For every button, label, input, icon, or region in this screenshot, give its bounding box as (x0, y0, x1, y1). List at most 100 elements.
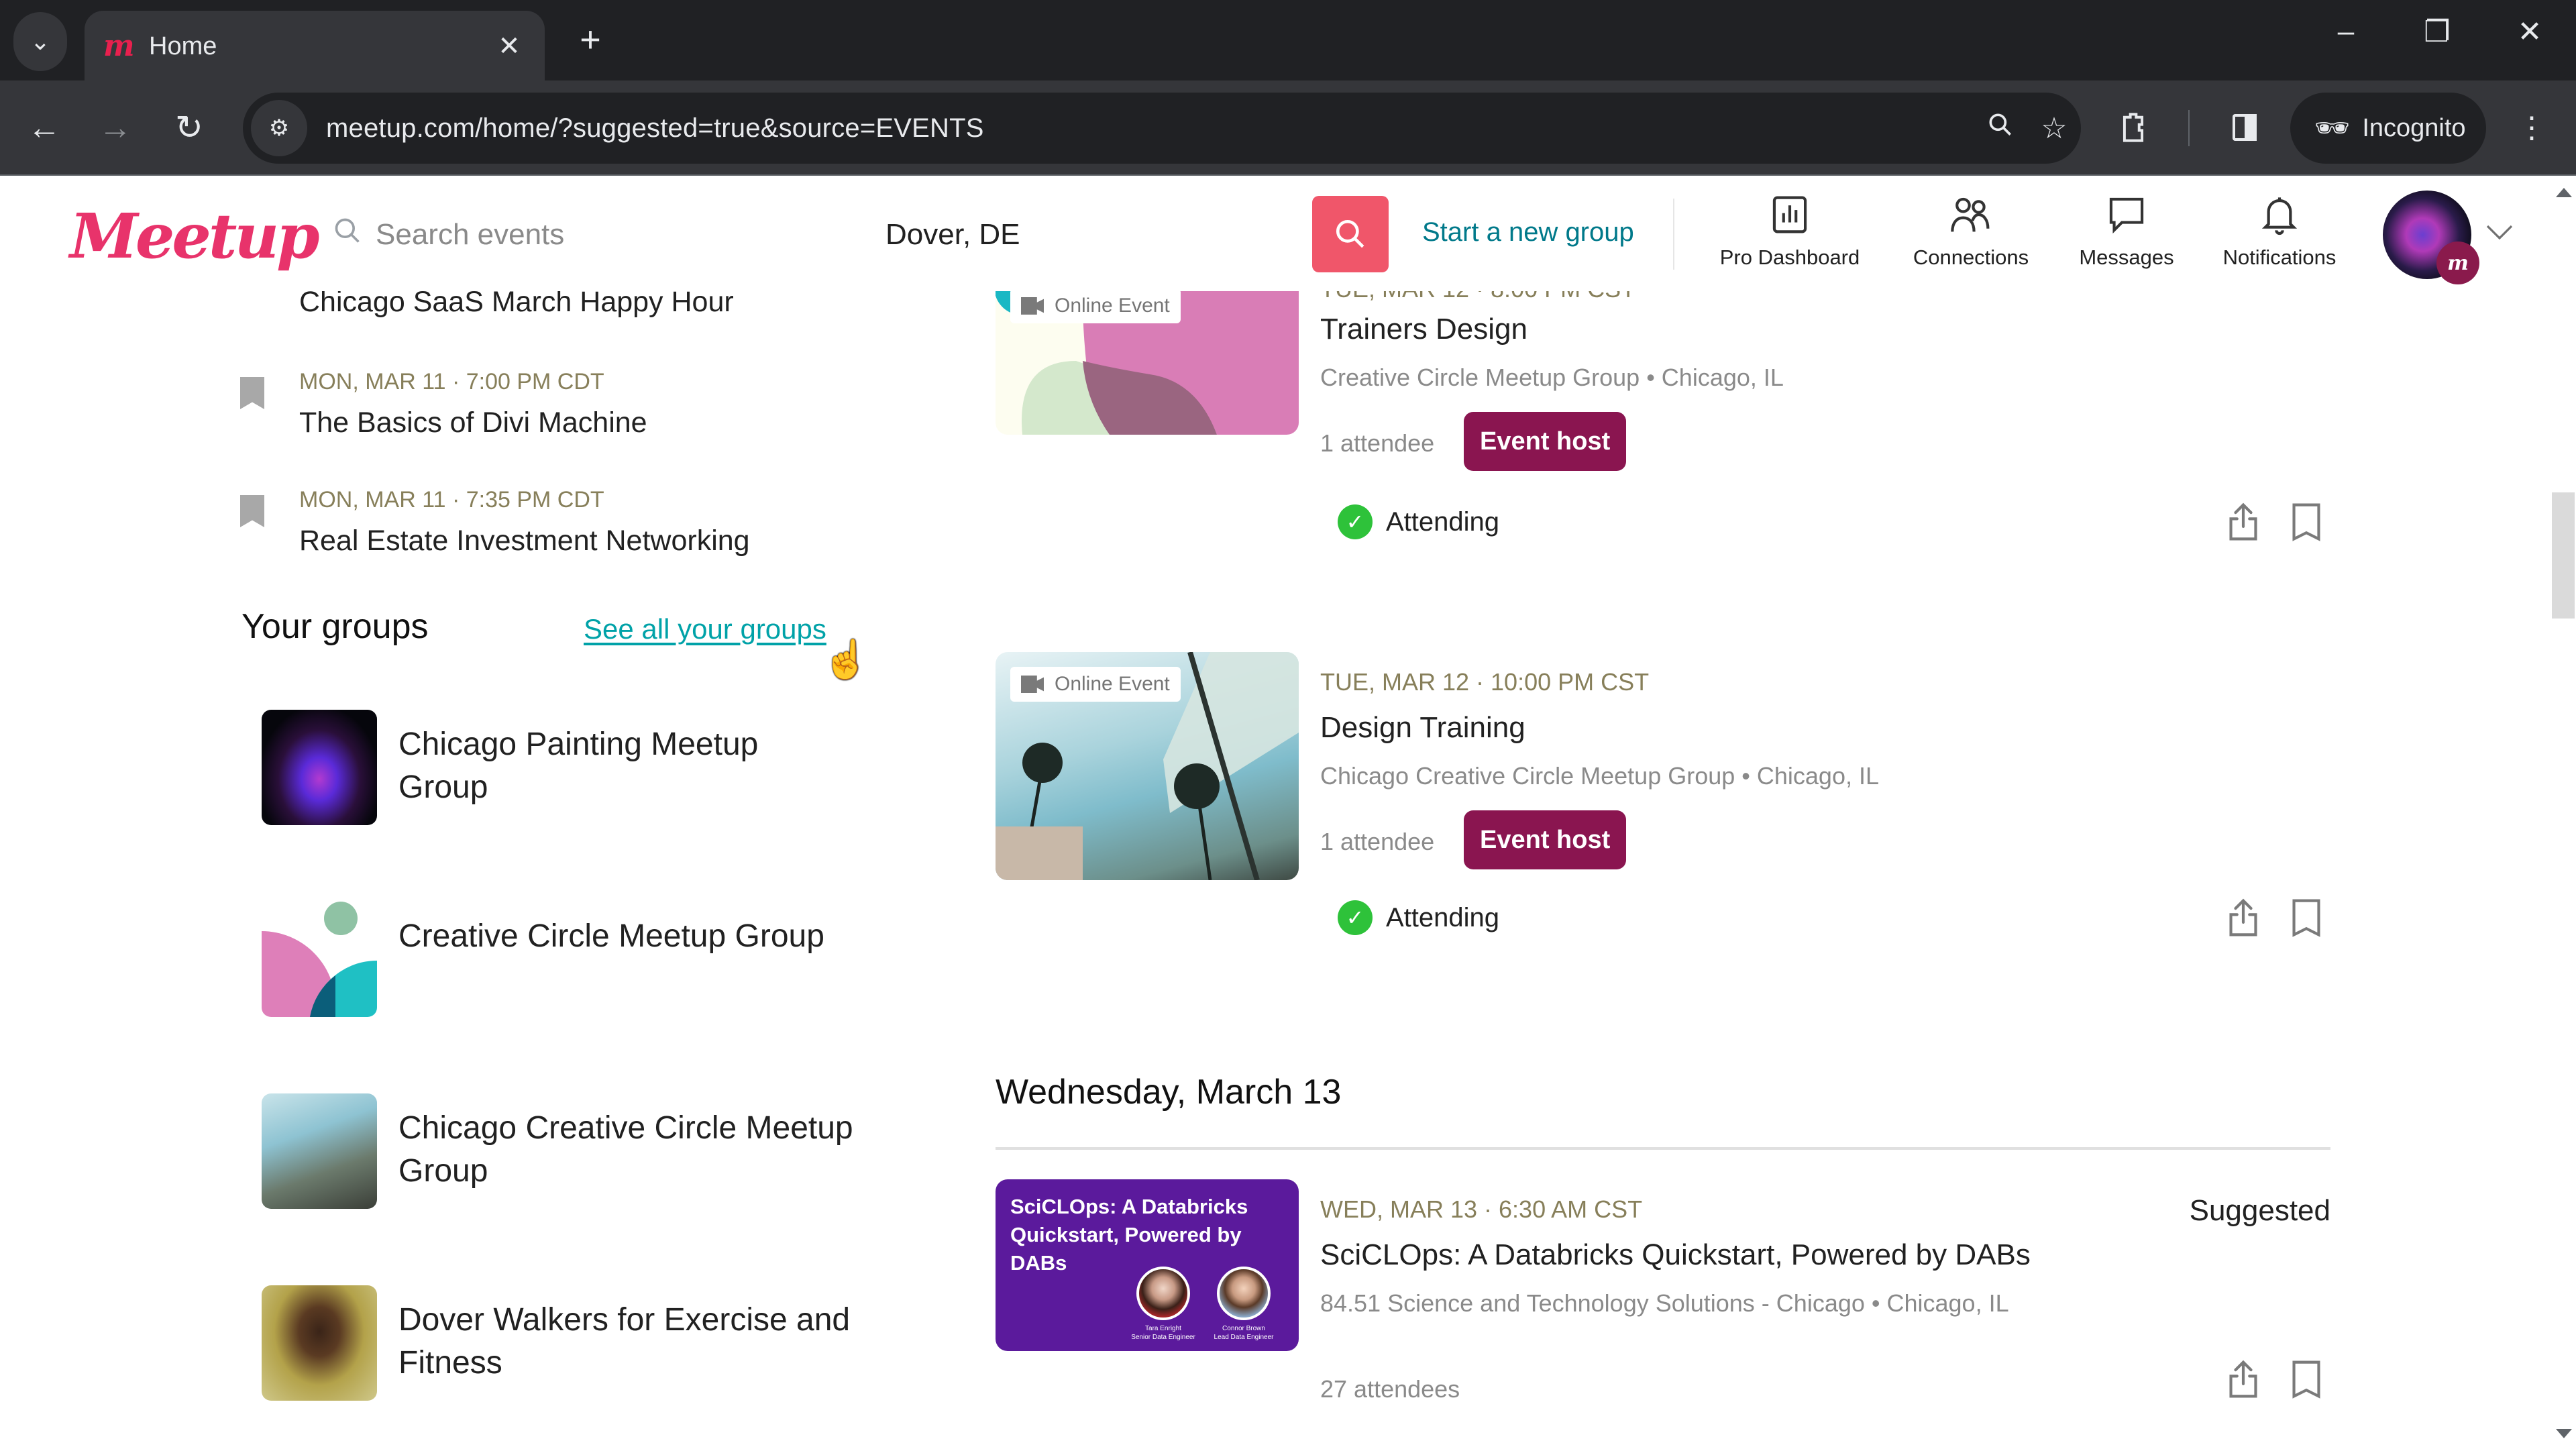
event-search[interactable] (333, 207, 856, 263)
event-title[interactable]: Trainers Design (1320, 313, 1527, 346)
bell-icon (2258, 193, 2301, 236)
extensions-icon[interactable] (2106, 101, 2160, 154)
event-group: 84.51 Science and Technology Solutions -… (1320, 1289, 2009, 1317)
header-divider (1673, 199, 1674, 270)
bookmark-filled-icon[interactable] (240, 495, 264, 527)
share-icon[interactable] (2224, 898, 2262, 938)
meetup-header: Meetup Start a new group Pro Dashboard C… (0, 177, 2549, 291)
check-circle-icon: ✓ (1338, 504, 1373, 539)
event-attendees: 27 attendees (1320, 1375, 1460, 1403)
arrow-left-icon: ← (28, 109, 61, 146)
group-name[interactable]: Creative Circle Meetup Group (398, 915, 855, 958)
meetup-plus-badge-icon: m (2436, 241, 2479, 284)
event-group: Creative Circle Meetup Group • Chicago, … (1320, 364, 1784, 391)
event-attendees: 1 attendee (1320, 429, 1435, 457)
search-button[interactable] (1312, 196, 1389, 272)
event-host-badge: Event host (1464, 412, 1627, 471)
online-event-badge: Online Event (1010, 288, 1181, 323)
event-thumbnail: Online Event (996, 652, 1299, 880)
scroll-thumb[interactable] (2552, 492, 2575, 619)
browser-tab-bar: ⌄ m Home ✕ + – ❐ ✕ (0, 0, 2576, 82)
event-title[interactable]: SciCLOps: A Databricks Quickstart, Power… (1320, 1238, 2031, 1272)
browser-tab-home[interactable]: m Home ✕ (85, 11, 545, 82)
event-date: WED, MAR 13 · 6:30 AM CST (1320, 1195, 1643, 1223)
group-item[interactable]: Creative Circle Meetup Group (262, 902, 932, 1017)
restore-button[interactable]: ❐ (2407, 15, 2467, 49)
event-card[interactable]: Online Event TUE, MAR 12 · 10:00 PM CST … (996, 652, 2337, 1014)
page-scrollbar[interactable] (2549, 177, 2576, 1449)
tab-search-button[interactable]: ⌄ (13, 12, 67, 71)
close-tab-icon[interactable]: ✕ (492, 31, 526, 62)
saved-event-title[interactable]: The Basics of Divi Machine (299, 407, 647, 439)
nav-connections[interactable]: Connections (1897, 193, 2045, 280)
check-circle-icon: ✓ (1338, 900, 1373, 935)
event-card-suggested[interactable]: SciCLOps: A Databricks Quickstart, Power… (996, 1179, 2330, 1448)
event-thumbnail: SciCLOps: A Databricks Quickstart, Power… (996, 1179, 1299, 1351)
online-event-badge: Online Event (1010, 667, 1181, 702)
bookmark-outline-icon[interactable] (2290, 502, 2328, 542)
scroll-up-arrow-icon[interactable] (2556, 188, 2572, 197)
nav-pro-dashboard[interactable]: Pro Dashboard (1716, 193, 1864, 280)
tab-title: Home (149, 32, 217, 60)
search-events-input[interactable] (376, 218, 856, 252)
address-bar[interactable]: ⚙ meetup.com/home/?suggested=true&source… (243, 93, 2081, 164)
chevron-down-icon: ⌄ (30, 28, 51, 55)
location-input[interactable] (885, 218, 1301, 252)
scroll-down-arrow-icon[interactable] (2556, 1429, 2572, 1438)
nav-messages[interactable]: Messages (2053, 193, 2200, 280)
hand-cursor-icon: ☝ (822, 638, 869, 680)
tune-icon: ⚙ (268, 115, 290, 141)
reload-icon: ↻ (175, 109, 203, 146)
share-icon[interactable] (2224, 502, 2262, 542)
suggested-tag: Suggested (2189, 1194, 2330, 1227)
attending-status: ✓ Attending (1338, 900, 1499, 935)
group-item[interactable]: Chicago Painting Meetup Group (262, 710, 932, 825)
url-text[interactable]: meetup.com/home/?suggested=true&source=E… (326, 113, 1974, 144)
bookmark-outline-icon[interactable] (2290, 1359, 2328, 1399)
side-panel-icon[interactable] (2218, 101, 2271, 154)
video-camera-icon (1021, 676, 1044, 693)
meetup-home-page: Chicago SaaS March Happy Hour MON, MAR 1… (0, 177, 2576, 1449)
event-thumbnail: Online Event (996, 274, 1299, 435)
chat-bubble-icon (2105, 193, 2148, 236)
people-icon (1949, 193, 1992, 236)
reload-button[interactable]: ↻ (162, 101, 216, 154)
group-item[interactable]: Chicago Creative Circle Meetup Group (262, 1093, 932, 1209)
nav-label: Notifications (2222, 246, 2337, 269)
back-button[interactable]: ← (17, 101, 71, 154)
bookmark-outline-icon[interactable] (2290, 898, 2328, 938)
site-info-button[interactable]: ⚙ (251, 100, 307, 156)
nav-notifications[interactable]: Notifications (2206, 193, 2353, 280)
zoom-icon[interactable] (1974, 110, 2027, 147)
group-name[interactable]: Chicago Creative Circle Meetup Group (398, 1107, 855, 1193)
minimize-button[interactable]: – (2316, 15, 2376, 48)
browser-menu-icon[interactable]: ⋮ (2505, 101, 2559, 154)
see-all-groups-link[interactable]: See all your groups (584, 613, 826, 645)
search-icon (1336, 219, 1364, 248)
nav-label: Connections (1913, 246, 2029, 269)
new-tab-button[interactable]: + (570, 19, 610, 60)
group-thumbnail (262, 1093, 377, 1209)
event-title[interactable]: Design Training (1320, 711, 1525, 745)
left-column: Chicago SaaS March Happy Hour MON, MAR 1… (0, 177, 953, 1449)
location-field[interactable] (885, 207, 1301, 263)
saved-event-date: MON, MAR 11 · 7:35 PM CDT (299, 487, 604, 513)
group-name[interactable]: Chicago Painting Meetup Group (398, 723, 855, 809)
incognito-label: Incognito (2362, 113, 2466, 142)
thumbnail-title-text: SciCLOps: A Databricks Quickstart, Power… (1010, 1195, 1248, 1275)
bar-chart-icon (1768, 193, 1811, 236)
speaker-photo (1217, 1267, 1271, 1320)
group-item[interactable]: Dover Walkers for Exercise and Fitness (262, 1285, 932, 1401)
arrow-right-icon: → (99, 109, 132, 146)
incognito-indicator[interactable]: 🕶 Incognito (2290, 93, 2486, 164)
group-name[interactable]: Dover Walkers for Exercise and Fitness (398, 1299, 855, 1385)
start-new-group-link[interactable]: Start a new group (1422, 217, 1634, 248)
bookmark-star-icon[interactable]: ☆ (2027, 111, 2081, 146)
forward-button[interactable]: → (89, 101, 142, 154)
bookmark-filled-icon[interactable] (240, 377, 264, 409)
chevron-down-icon[interactable] (2486, 217, 2513, 248)
meetup-logo[interactable]: Meetup (70, 200, 320, 272)
close-window-button[interactable]: ✕ (2500, 15, 2560, 49)
share-icon[interactable] (2224, 1359, 2262, 1399)
saved-event-title[interactable]: Real Estate Investment Networking (299, 525, 750, 557)
